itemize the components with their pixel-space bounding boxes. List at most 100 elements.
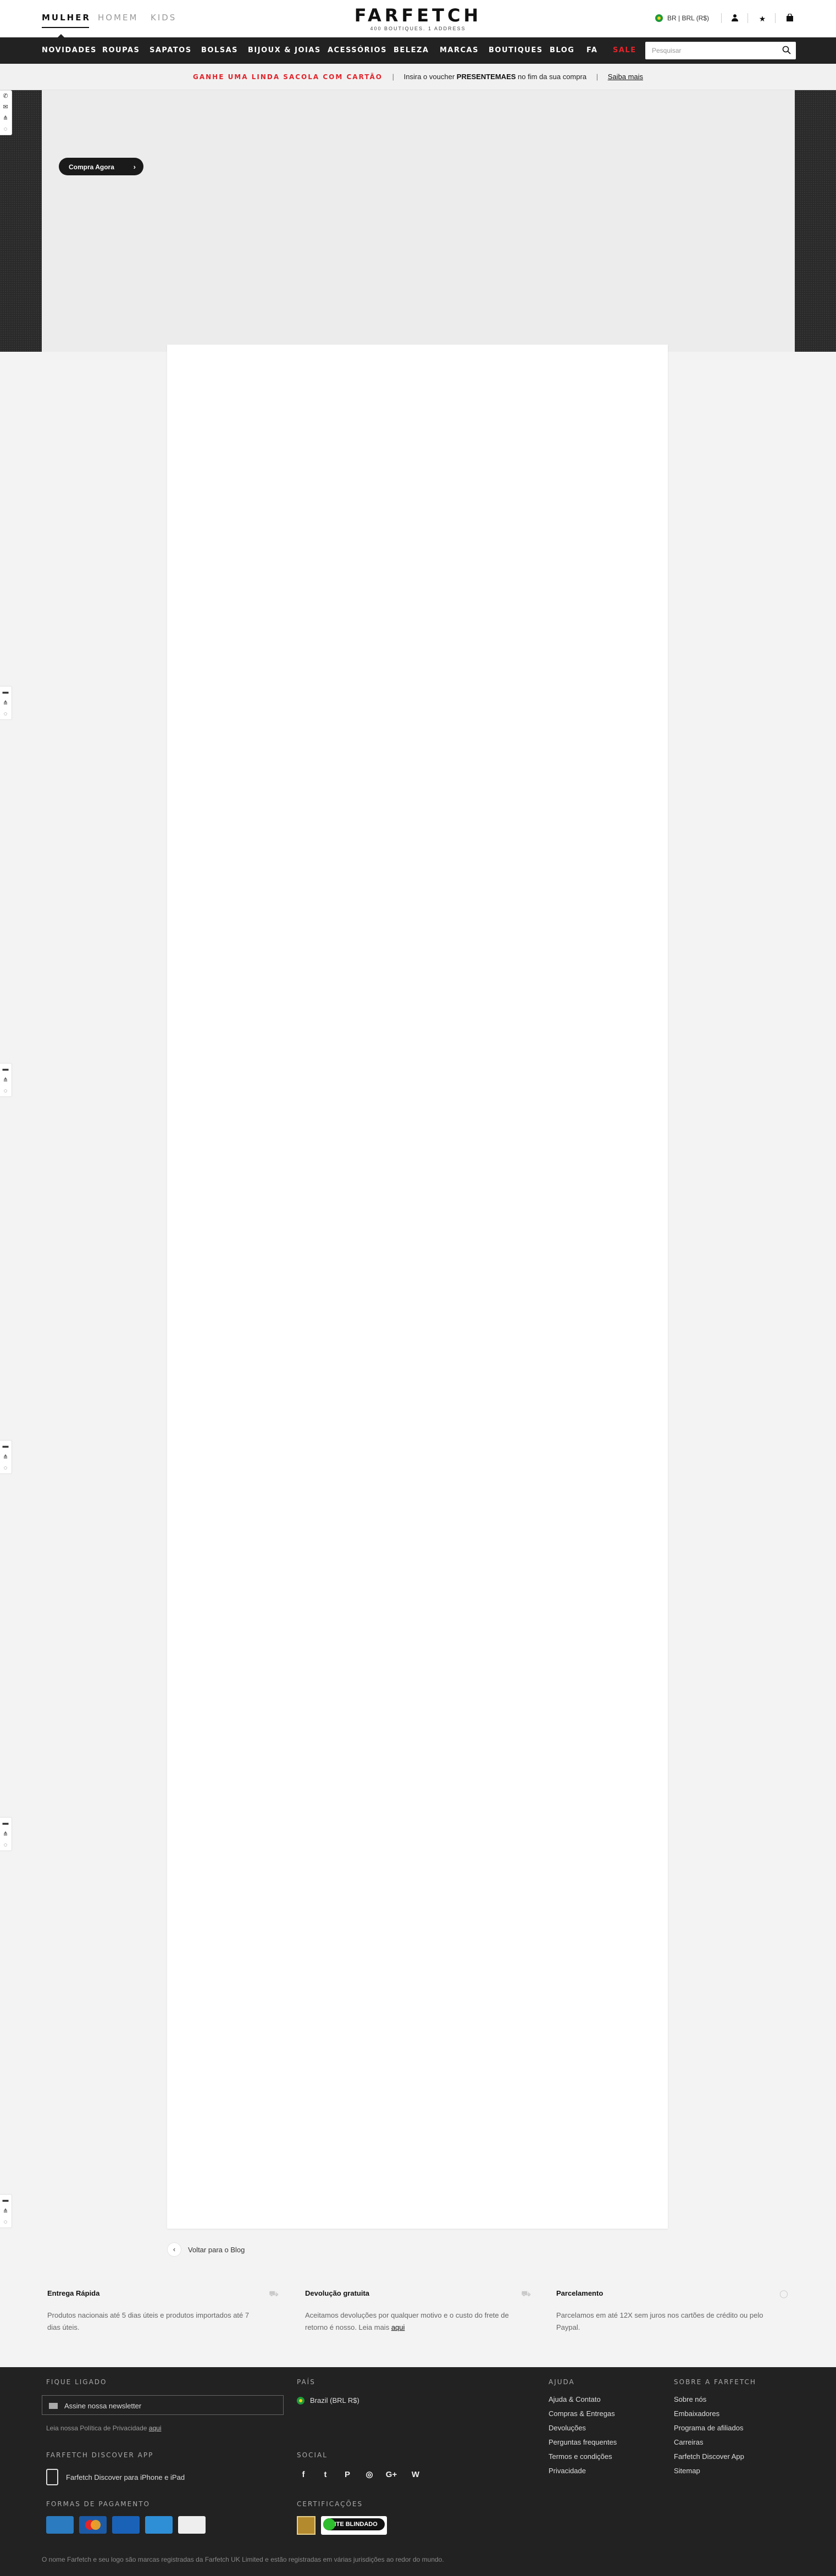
mobile-phone-icon [46,2469,58,2485]
promo-divider: | [596,73,599,81]
header-divider [721,13,722,23]
nav-item-boutiques[interactable]: BOUTIQUES [489,46,543,54]
region-selector[interactable]: BR | BRL (R$) [655,14,709,22]
share-icon[interactable]: ⋔ [0,1829,11,1840]
nav-item-novidades[interactable]: NOVIDADES [42,46,97,54]
share-icon[interactable]: ⋔ [0,113,11,124]
benefit-title: Entrega Rápida [47,2289,100,2297]
brazil-flag-icon [297,2396,304,2405]
weibo-icon[interactable]: W [409,2468,422,2481]
google-plus-icon[interactable]: G+ [385,2468,398,2481]
twitter-icon[interactable]: t [319,2468,332,2481]
country-heading: PAÍS [297,2378,315,2386]
share-widget: ▬ ⋔ ◌ [0,686,12,720]
payment-heading: FORMAS DE PAGAMENTO [46,2500,150,2508]
delivery-truck-icon: ⛟ [269,2289,279,2298]
amex-icon [46,2516,74,2534]
country-selector[interactable]: Brazil (BRL R$) [297,2396,359,2405]
main-navigation: NOVIDADES ROUPAS SAPATOS BOLSAS BIJOUX &… [0,37,836,64]
whatsapp-icon[interactable]: ◌ [0,1462,11,1473]
about-link-sitemap[interactable]: Sitemap [674,2467,700,2475]
promo-text-before: Insira o voucher [403,73,455,81]
instagram-icon[interactable]: ◎ [363,2468,376,2481]
nav-item-marcas[interactable]: MARCAS [440,46,479,54]
nav-item-roupas[interactable]: ROUPAS [102,46,140,54]
share-widget: ▬ ⋔ ◌ [0,1440,12,1474]
returns-read-more-link[interactable]: aqui [391,2323,405,2331]
email-icon[interactable]: ▬ [0,1441,11,1452]
promo-headline: GANHE UMA LINDA SACOLA COM CARTÃO [192,73,383,81]
share-icon[interactable]: ⋔ [0,2206,11,2217]
promo-banner: GANHE UMA LINDA SACOLA COM CARTÃO | Insi… [0,64,836,90]
whatsapp-icon[interactable]: ◌ [0,708,11,719]
pinterest-icon[interactable]: P [341,2468,354,2481]
benefit-title: Devolução gratuita [305,2289,370,2297]
about-link-affiliates[interactable]: Programa de afiliados [674,2424,743,2432]
shopping-bag-icon[interactable] [785,13,795,24]
nav-item-blog[interactable]: BLOG [550,46,574,54]
nav-item-bolsas[interactable]: BOLSAS [201,46,238,54]
paypal-icon [145,2516,173,2534]
share-icon[interactable]: ⋔ [0,697,11,708]
privacy-link[interactable]: aqui [149,2424,162,2432]
chevron-left-icon: ‹ [167,2242,181,2257]
certifications-heading: CERTIFICAÇÕES [297,2500,363,2508]
share-icon[interactable]: ⋔ [0,1452,11,1462]
email-icon[interactable]: ▬ [0,686,11,697]
newsletter-signup-field[interactable]: Assine nossa newsletter [42,2395,284,2415]
logo-wordmark: FARFETCH [354,5,482,26]
help-link-returns[interactable]: Devoluções [549,2424,586,2432]
privacy-text: Leia nossa Política de Privacidade [46,2424,147,2432]
about-link-about-us[interactable]: Sobre nós [674,2395,706,2403]
nav-item-sapatos[interactable]: SAPATOS [150,46,192,54]
nav-item-fa[interactable]: FA [586,46,597,54]
share-widget: ▬ ⋔ ◌ [0,2194,12,2228]
site-blindado-badge[interactable]: SITE BLINDADO [321,2516,387,2535]
hero-banner[interactable] [42,90,795,352]
farfetch-logo[interactable]: FARFETCH 400 BOUTIQUES. 1 ADDRESS [0,7,836,31]
whatsapp-icon[interactable]: ◌ [0,1840,11,1851]
search-input[interactable]: Pesquisar [645,42,796,59]
search-icon[interactable] [782,46,791,54]
help-link-terms[interactable]: Termos e condições [549,2452,612,2461]
about-link-ambassadors[interactable]: Embaixadores [674,2409,719,2418]
account-icon[interactable] [730,14,740,24]
envelope-icon [49,2403,58,2409]
back-to-blog-link[interactable]: ‹ Voltar para o Blog [167,2242,245,2257]
whatsapp-icon[interactable]: ◌ [0,1085,11,1096]
email-icon[interactable]: ▬ [0,2195,11,2206]
promo-learn-more-link[interactable]: Saiba mais [608,73,643,81]
nav-item-sale[interactable]: SALE [613,46,636,54]
about-link-careers[interactable]: Carreiras [674,2438,703,2446]
help-link-contact[interactable]: Ajuda & Contato [549,2395,601,2403]
discover-app-link[interactable]: Farfetch Discover para iPhone e iPad [46,2469,185,2485]
share-widget: ✆ ✉ ⋔ ◌ [0,90,12,135]
privacy-note: Leia nossa Política de Privacidade aqui [46,2424,161,2432]
share-icon[interactable]: ⋔ [0,1074,11,1085]
about-link-discover-app[interactable]: Farfetch Discover App [674,2452,744,2461]
wishlist-star-icon[interactable]: ★ [757,14,767,24]
boleto-icon [178,2516,206,2534]
back-to-blog-label: Voltar para o Blog [188,2245,245,2254]
help-link-shipping[interactable]: Compras & Entregas [549,2409,615,2418]
benefit-text: Produtos nacionais até 5 dias úteis e pr… [47,2311,250,2331]
phone-icon[interactable]: ✆ [0,91,11,102]
nav-item-bijoux-joias[interactable]: BIJOUX & JOIAS [248,46,321,54]
nav-item-acessorios[interactable]: ACESSÓRIOS [328,46,387,54]
email-icon[interactable]: ▬ [0,1818,11,1829]
whatsapp-icon[interactable]: ◌ [0,124,11,135]
whatsapp-icon[interactable]: ◌ [0,2217,11,2228]
email-icon[interactable]: ▬ [0,1063,11,1074]
benefit-free-returns: Devolução gratuita Aceitamos devoluções … [305,2289,536,2334]
help-link-privacy[interactable]: Privacidade [549,2467,586,2475]
social-heading: SOCIAL [297,2451,328,2459]
nav-item-beleza[interactable]: BELEZA [394,46,429,54]
help-link-faq[interactable]: Perguntas frequentes [549,2438,617,2446]
benefit-text: Parcelamos em até 12X sem juros nos cart… [556,2311,763,2331]
email-icon[interactable]: ✉ [0,102,11,113]
benefit-text-body: Aceitamos devoluções por qualquer motivo… [305,2311,509,2331]
shop-now-button[interactable]: Compra Agora › [59,158,143,175]
region-label: BR | BRL (R$) [667,14,710,22]
installments-icon: ◯ [779,2289,788,2298]
facebook-icon[interactable]: f [297,2468,310,2481]
